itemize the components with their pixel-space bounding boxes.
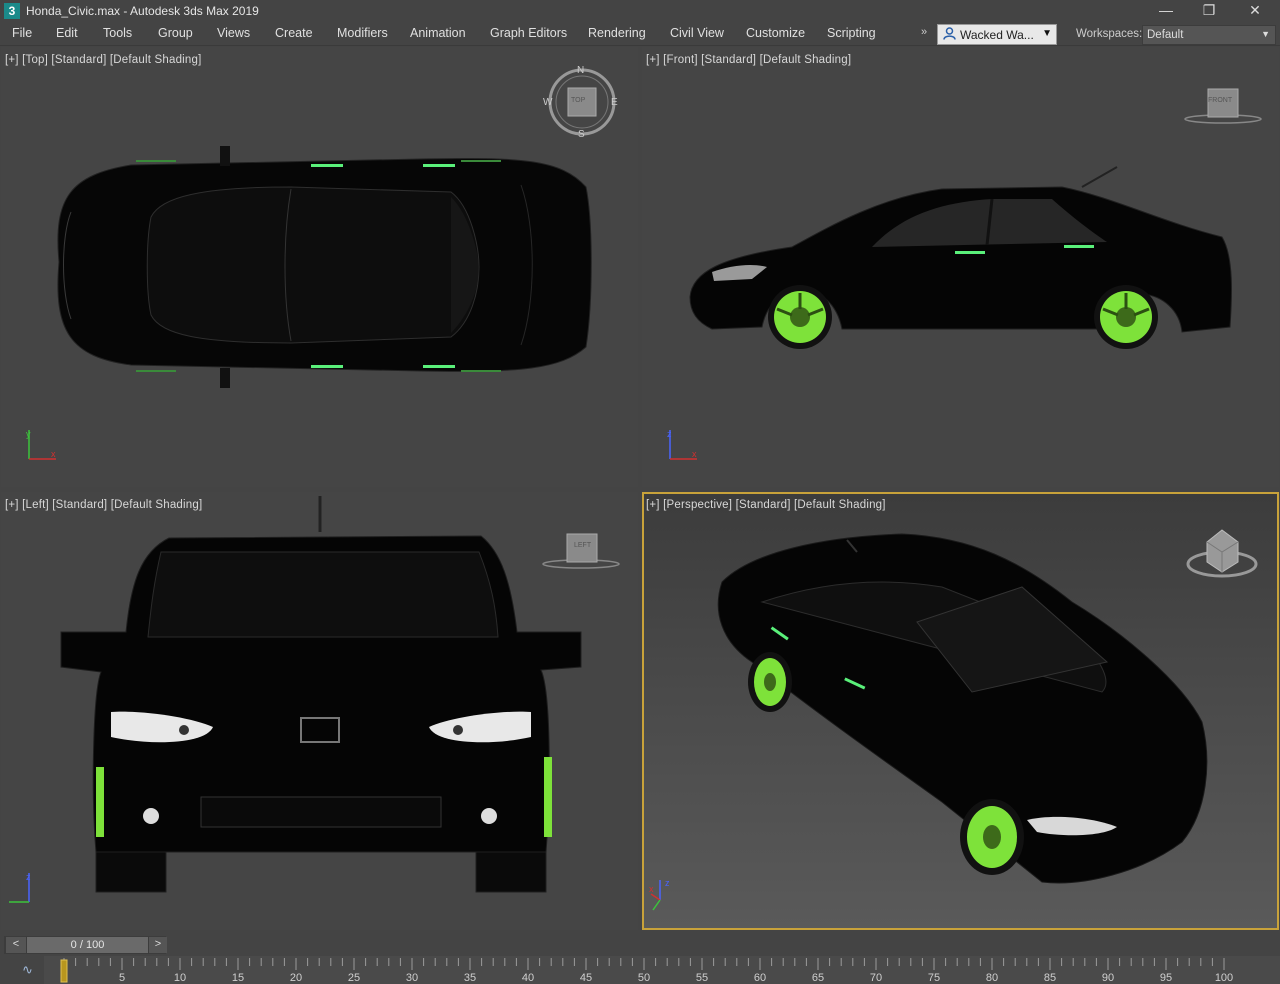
viewport-label-perspective[interactable]: [+] [Perspective] [Standard] [Default Sh… bbox=[646, 499, 886, 511]
viewport-perspective[interactable]: z x [+] [Perspective] [Standard] [Defaul… bbox=[642, 492, 1279, 930]
compass-east-label: E bbox=[611, 97, 618, 108]
ruler-tick-label: 40 bbox=[522, 972, 534, 984]
ruler-tick-label: 35 bbox=[464, 972, 476, 984]
ruler-tick-label: 5 bbox=[119, 972, 125, 984]
svg-text:y: y bbox=[26, 429, 31, 439]
viewport-label-top[interactable]: [+] [Top] [Standard] [Default Shading] bbox=[5, 54, 202, 66]
front-view-canvas: z x bbox=[667, 88, 1262, 460]
ruler-tick-label: 90 bbox=[1102, 972, 1114, 984]
time-slider-thumb[interactable]: 0 / 100 bbox=[27, 937, 148, 953]
viewport-front[interactable]: z x [+] [Front] [Standard] [Default Shad… bbox=[642, 47, 1279, 487]
compass-south-label: S bbox=[578, 129, 585, 140]
time-slider-prev-button[interactable]: < bbox=[6, 937, 26, 953]
ruler-tick-label: 10 bbox=[174, 972, 186, 984]
user-account-dropdown[interactable]: Wacked Wa... ▼ bbox=[937, 24, 1057, 45]
user-icon bbox=[943, 26, 956, 43]
viewcube-face-label: LEFT bbox=[574, 542, 592, 549]
menu-animation[interactable]: Animation bbox=[410, 26, 466, 40]
compass-west-label: W bbox=[543, 97, 553, 108]
viewport-top[interactable]: y x [+] [Top] [Standard] [Default Shadin… bbox=[1, 47, 638, 487]
viewcube[interactable] bbox=[1184, 88, 1262, 124]
svg-text:x: x bbox=[649, 884, 654, 894]
menu-rendering[interactable]: Rendering bbox=[588, 26, 646, 40]
ruler-tick-label: 15 bbox=[232, 972, 244, 984]
menu-file[interactable]: File bbox=[12, 26, 32, 40]
track-bar-ruler[interactable]: 5 10 15 20 25 30 35 40 45 50 55 60 65 70 75 80 85 90 95 100 bbox=[0, 954, 1280, 984]
menu-views[interactable]: Views bbox=[217, 26, 250, 40]
axis-tripod: y x bbox=[26, 429, 56, 460]
svg-text:z: z bbox=[665, 878, 670, 888]
time-slider-next-button[interactable]: > bbox=[149, 937, 167, 953]
viewcube-face-label: FRONT bbox=[1208, 97, 1233, 104]
viewport-label-front[interactable]: [+] [Front] [Standard] [Default Shading] bbox=[646, 54, 851, 66]
ruler-tick-label: 80 bbox=[986, 972, 998, 984]
menu-group[interactable]: Group bbox=[158, 26, 193, 40]
user-name: Wacked Wa... bbox=[960, 27, 1034, 42]
menu-customize[interactable]: Customize bbox=[746, 26, 805, 40]
3dsmax-app-icon[interactable]: 3 bbox=[4, 3, 20, 19]
ruler-tick-label: 65 bbox=[812, 972, 824, 984]
ruler-tick-label: 25 bbox=[348, 972, 360, 984]
viewcube[interactable] bbox=[542, 533, 620, 569]
minimize-button[interactable]: — bbox=[1143, 0, 1189, 22]
axis-tripod: z x bbox=[649, 878, 670, 911]
svg-text:z: z bbox=[26, 872, 31, 882]
car-top-view bbox=[57, 146, 592, 388]
menu-tools[interactable]: Tools bbox=[103, 26, 132, 40]
time-slider-panel: < 0 / 100 > ∿ 5 10 15 20 25 30 35 40 45 50 55 60 65 7… bbox=[0, 932, 1280, 984]
menu-modifiers[interactable]: Modifiers bbox=[337, 26, 388, 40]
menu-create[interactable]: Create bbox=[275, 26, 313, 40]
ruler-tick-label: 95 bbox=[1160, 972, 1172, 984]
car-front-view bbox=[60, 496, 582, 893]
viewcube-home[interactable] bbox=[1186, 529, 1258, 578]
ruler-tick-label: 30 bbox=[406, 972, 418, 984]
chevron-down-icon: ▼ bbox=[1261, 29, 1270, 39]
ruler-tick-label: 20 bbox=[290, 972, 302, 984]
menu-edit[interactable]: Edit bbox=[56, 26, 78, 40]
workspaces-select[interactable]: Default ▼ bbox=[1142, 25, 1276, 45]
menu-overflow-chevron-icon[interactable]: » bbox=[921, 26, 927, 38]
window-title: Honda_Civic.max - Autodesk 3ds Max 2019 bbox=[26, 4, 259, 18]
ruler-tick-label: 85 bbox=[1044, 972, 1056, 984]
viewcube-face-label: TOP bbox=[571, 97, 586, 104]
ruler-tick-label: 75 bbox=[928, 972, 940, 984]
top-view-canvas: y x bbox=[26, 68, 616, 460]
menu-graph-editors[interactable]: Graph Editors bbox=[490, 26, 567, 40]
left-view-canvas: z bbox=[9, 496, 620, 903]
menu-civil-view[interactable]: Civil View bbox=[670, 26, 724, 40]
workspaces-value: Default bbox=[1147, 29, 1184, 41]
title-bar: 3 Honda_Civic.max - Autodesk 3ds Max 201… bbox=[0, 0, 1280, 22]
chevron-down-icon: ▼ bbox=[1042, 28, 1052, 39]
menu-scripting[interactable]: Scripting bbox=[827, 26, 876, 40]
ruler-tick-label: 70 bbox=[870, 972, 882, 984]
ruler-tick-label: 55 bbox=[696, 972, 708, 984]
svg-text:z: z bbox=[667, 429, 672, 439]
close-button[interactable]: ✕ bbox=[1232, 0, 1278, 22]
viewport-left[interactable]: z [+] [Left] [Standard] [Default Shading… bbox=[1, 492, 638, 930]
svg-text:x: x bbox=[51, 449, 56, 459]
car-perspective-view bbox=[717, 533, 1208, 884]
ruler-tick-label: 50 bbox=[638, 972, 650, 984]
car-side-view bbox=[689, 166, 1233, 349]
compass-north-label: N bbox=[577, 65, 585, 76]
restore-button[interactable]: ❐ bbox=[1186, 0, 1232, 22]
ruler-tick-label: 60 bbox=[754, 972, 766, 984]
current-frame-marker[interactable] bbox=[60, 959, 68, 983]
workspaces-label: Workspaces: bbox=[1076, 28, 1143, 40]
axis-tripod: z x bbox=[667, 429, 697, 460]
svg-text:x: x bbox=[692, 449, 697, 459]
ruler-tick-label: 100 bbox=[1215, 972, 1233, 984]
perspective-view-canvas: z x bbox=[649, 529, 1258, 911]
viewport-label-left[interactable]: [+] [Left] [Standard] [Default Shading] bbox=[5, 499, 202, 511]
axis-tripod: z bbox=[9, 872, 31, 903]
ruler-tick-label: 45 bbox=[580, 972, 592, 984]
ruler-background bbox=[44, 956, 1280, 984]
